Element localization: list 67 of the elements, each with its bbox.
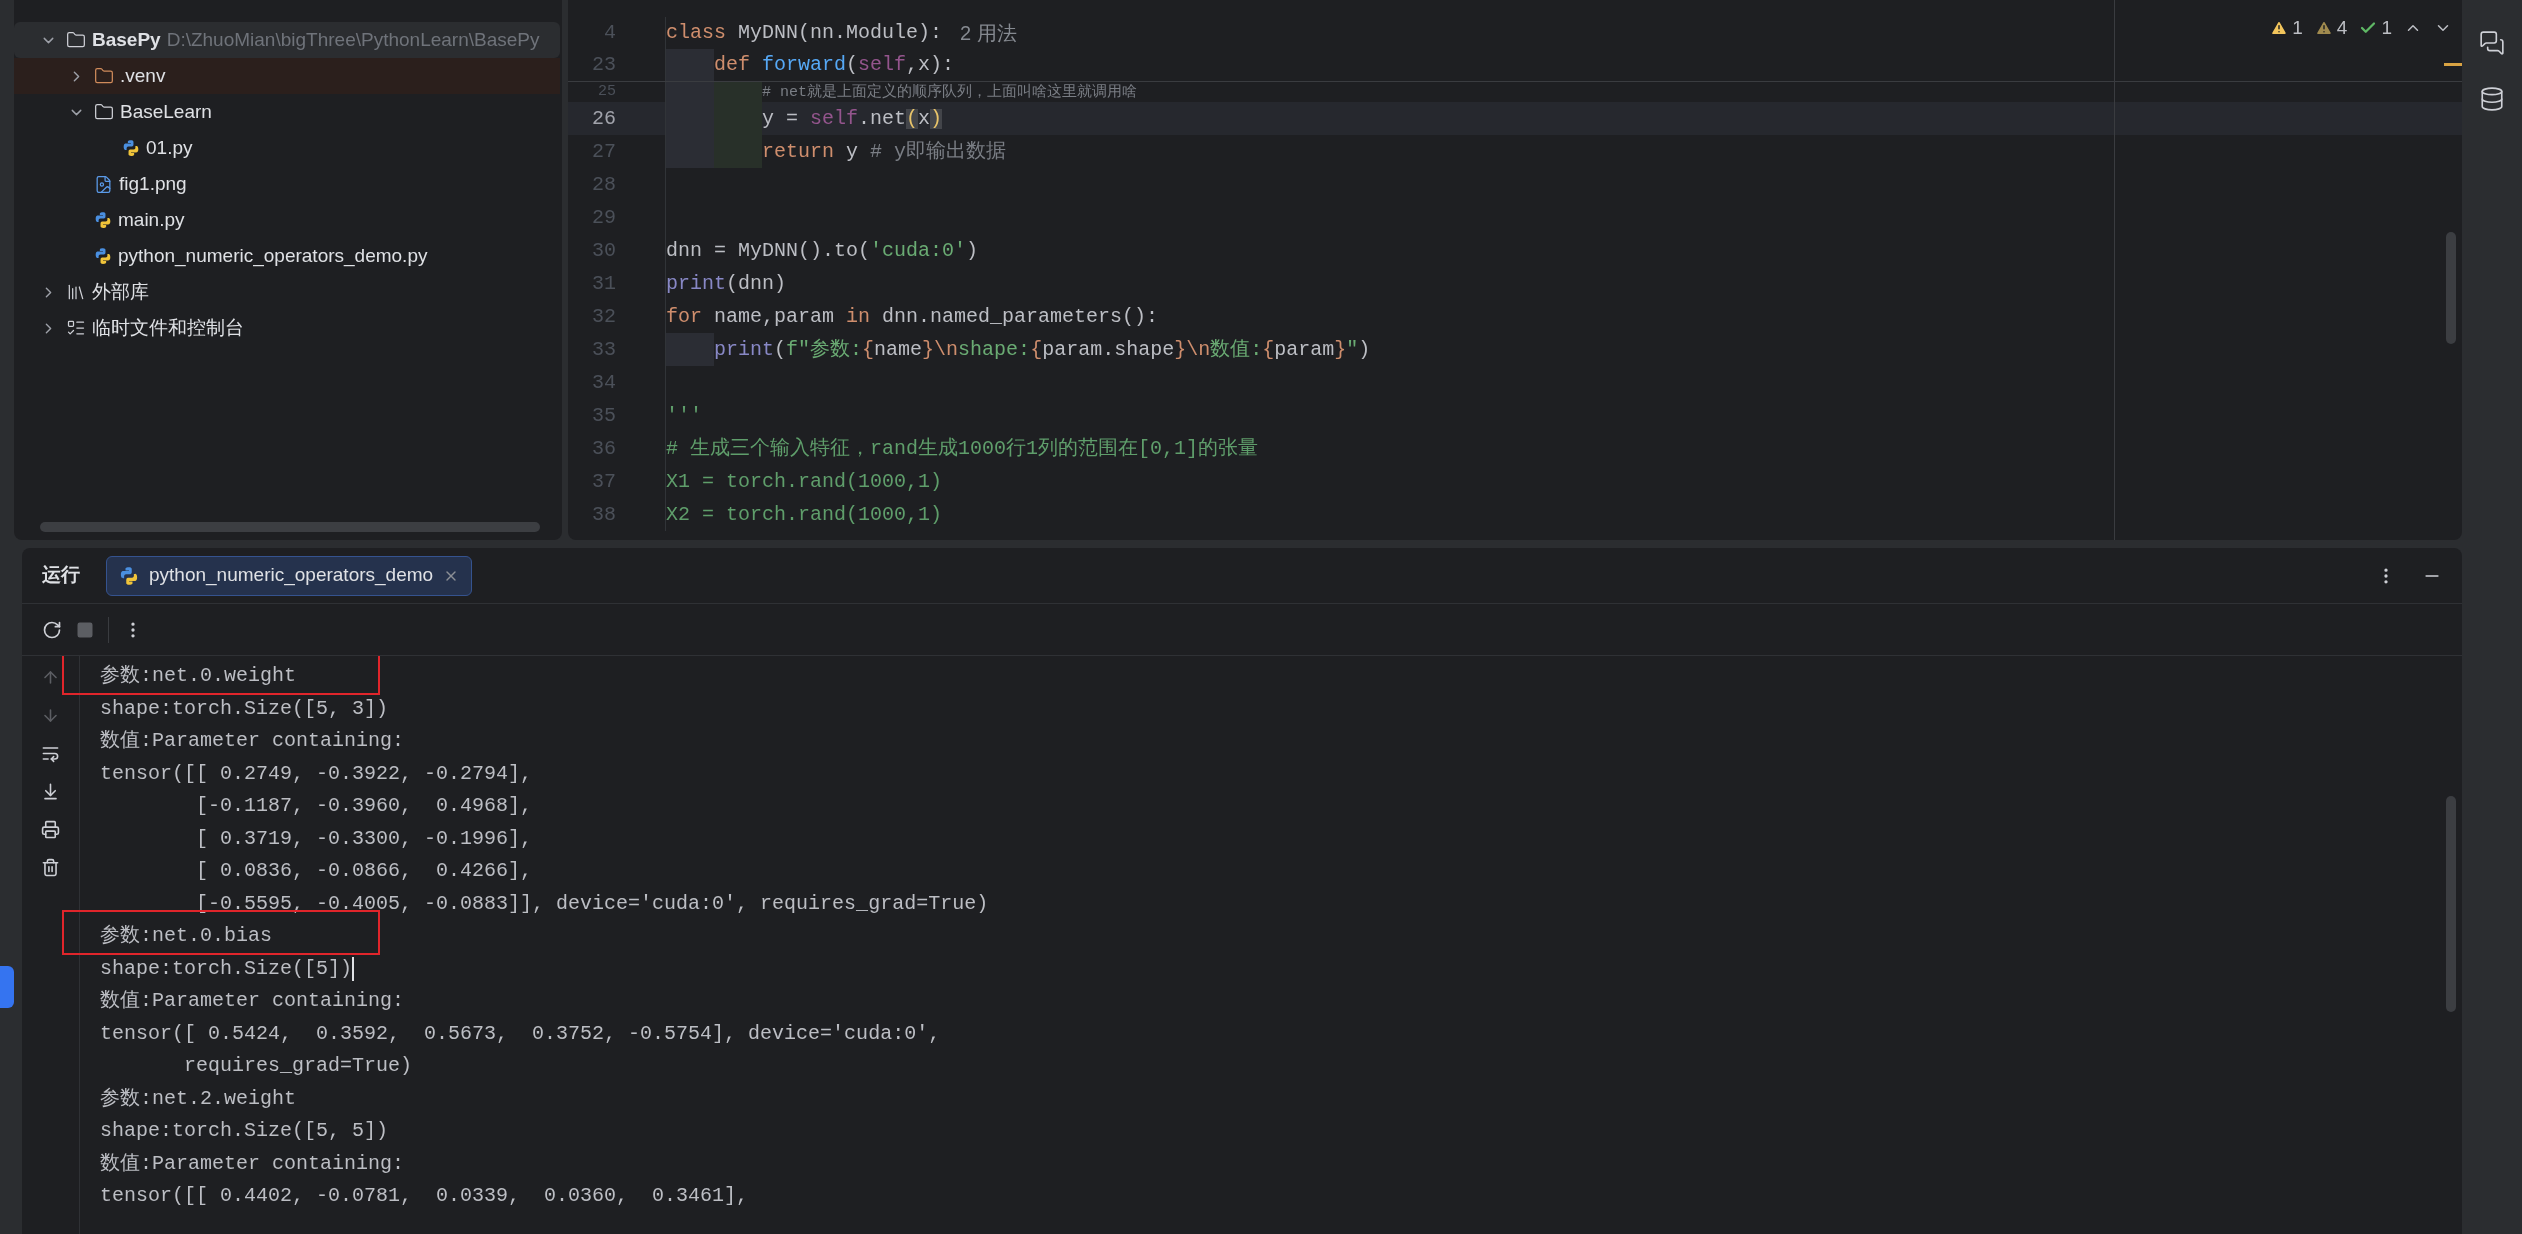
- tree-item[interactable]: main.py: [14, 202, 560, 238]
- rerun-icon[interactable]: [42, 619, 62, 640]
- code-line: X1 = torch.rand(1000,1): [666, 468, 943, 495]
- soft-wrap-icon[interactable]: [41, 744, 60, 763]
- tree-item[interactable]: 外部库: [14, 274, 560, 310]
- tree-item[interactable]: BasePy D:\ZhuoMian\bigThree\PythonLearn\BasePy: [14, 22, 560, 58]
- python-file-icon: [94, 211, 112, 229]
- print-icon[interactable]: [41, 820, 60, 839]
- console-line: [-0.5595, -0.4005, -0.0883]], device='cuda:0', requires_grad=True): [195, 890, 989, 917]
- console-line: tensor([[ 0.2749, -0.3922, -0.2794],: [100, 760, 533, 787]
- console-line: shape:torch.Size([5]): [100, 955, 353, 982]
- run-tab[interactable]: python_numeric_operators_demo: [106, 555, 473, 596]
- folder-icon: [94, 102, 114, 122]
- code-line: ''': [666, 402, 702, 429]
- trash-icon[interactable]: [41, 858, 60, 877]
- console-line: 参数:net.2.weight: [100, 1085, 297, 1112]
- code-line: print(f"参数:{name}\nshape:{param.shape}\n数值:{param}"): [666, 333, 1371, 366]
- scroll-to-end-icon[interactable]: [41, 782, 60, 801]
- console-line: 数值:Parameter containing:: [100, 1150, 405, 1177]
- console-line: 数值:Parameter containing:: [100, 728, 405, 755]
- console-line: tensor([ 0.5424, 0.3592, 0.5673, 0.3752, -0.5754], device='cuda:0',: [100, 1020, 941, 1047]
- console-line: [-0.1187, -0.3960, 0.4968],: [195, 793, 533, 820]
- console-line: 数值:Parameter containing:: [100, 988, 405, 1015]
- console-line: shape:torch.Size([5, 5]): [100, 1118, 389, 1145]
- panel-title: 运行: [42, 563, 80, 588]
- stop-icon[interactable]: [76, 620, 94, 639]
- code-line: X2 = torch.rand(1000,1): [666, 501, 943, 528]
- folder-icon: [94, 66, 114, 86]
- code-line: y = self.net(x): [666, 102, 943, 135]
- python-file-icon: [122, 139, 140, 157]
- chat-icon[interactable]: [2479, 30, 2505, 56]
- code-line: # net就是上面定义的顺序队列，上面叫啥这里就调用啥: [666, 82, 1137, 102]
- tree-item[interactable]: 01.py: [14, 130, 560, 166]
- vertical-scrollbar[interactable]: [2446, 796, 2456, 1012]
- folder-icon: [66, 30, 86, 50]
- code-line: dnn = MyDNN().to('cuda:0'): [666, 237, 979, 264]
- database-icon[interactable]: [2479, 86, 2505, 112]
- console-line: shape:torch.Size([5, 3]): [100, 695, 389, 722]
- tree-item[interactable]: BaseLearn: [14, 94, 560, 130]
- tree-item[interactable]: 临时文件和控制台: [14, 310, 560, 346]
- inspection-counter[interactable]: 1: [2270, 14, 2303, 43]
- line-number: 26: [591, 105, 617, 132]
- tree-item[interactable]: .venv: [14, 58, 560, 94]
- horizontal-scrollbar[interactable]: [40, 522, 540, 532]
- inspection-counter[interactable]: 1: [2359, 14, 2392, 43]
- error-stripe-mark: [2444, 63, 2462, 66]
- code-line: for name,param in dnn.named_parameters():: [666, 303, 1159, 330]
- inspection-counter[interactable]: 4: [2314, 14, 2348, 43]
- tree-item[interactable]: python_numeric_operators_demo.py: [14, 238, 560, 274]
- image-file-icon: [94, 174, 113, 194]
- tree-item[interactable]: fig1.png: [14, 166, 560, 202]
- console-line: [ 0.3719, -0.3300, -0.1996],: [195, 825, 533, 852]
- console-line: 参数:net.0.bias: [100, 923, 273, 950]
- active-tool-icon[interactable]: [0, 966, 14, 1008]
- code-line: print(dnn): [666, 270, 787, 297]
- python-file-icon: [119, 565, 139, 586]
- console-line: 参数:net.0.weight: [100, 663, 297, 690]
- console-line: [ 0.0836, -0.0866, 0.4266],: [195, 858, 533, 885]
- python-file-icon: [94, 247, 112, 265]
- code-line: # 生成三个输入特征，rand生成1000行1列的范围在[0,1]的张量: [666, 435, 1259, 462]
- console-line: requires_grad=True): [183, 1053, 413, 1080]
- code-line: class MyDNN(nn.Module): 2 用法: [666, 20, 1017, 46]
- console-line: tensor([[ 0.4402, -0.0781, 0.0339, 0.0360, 0.3461],: [100, 1183, 749, 1210]
- library-icon: [66, 282, 86, 302]
- code-line: return y # y即输出数据: [666, 135, 1007, 168]
- vertical-scrollbar[interactable]: [2446, 232, 2456, 344]
- code-line: def forward(self,x):: [666, 49, 955, 81]
